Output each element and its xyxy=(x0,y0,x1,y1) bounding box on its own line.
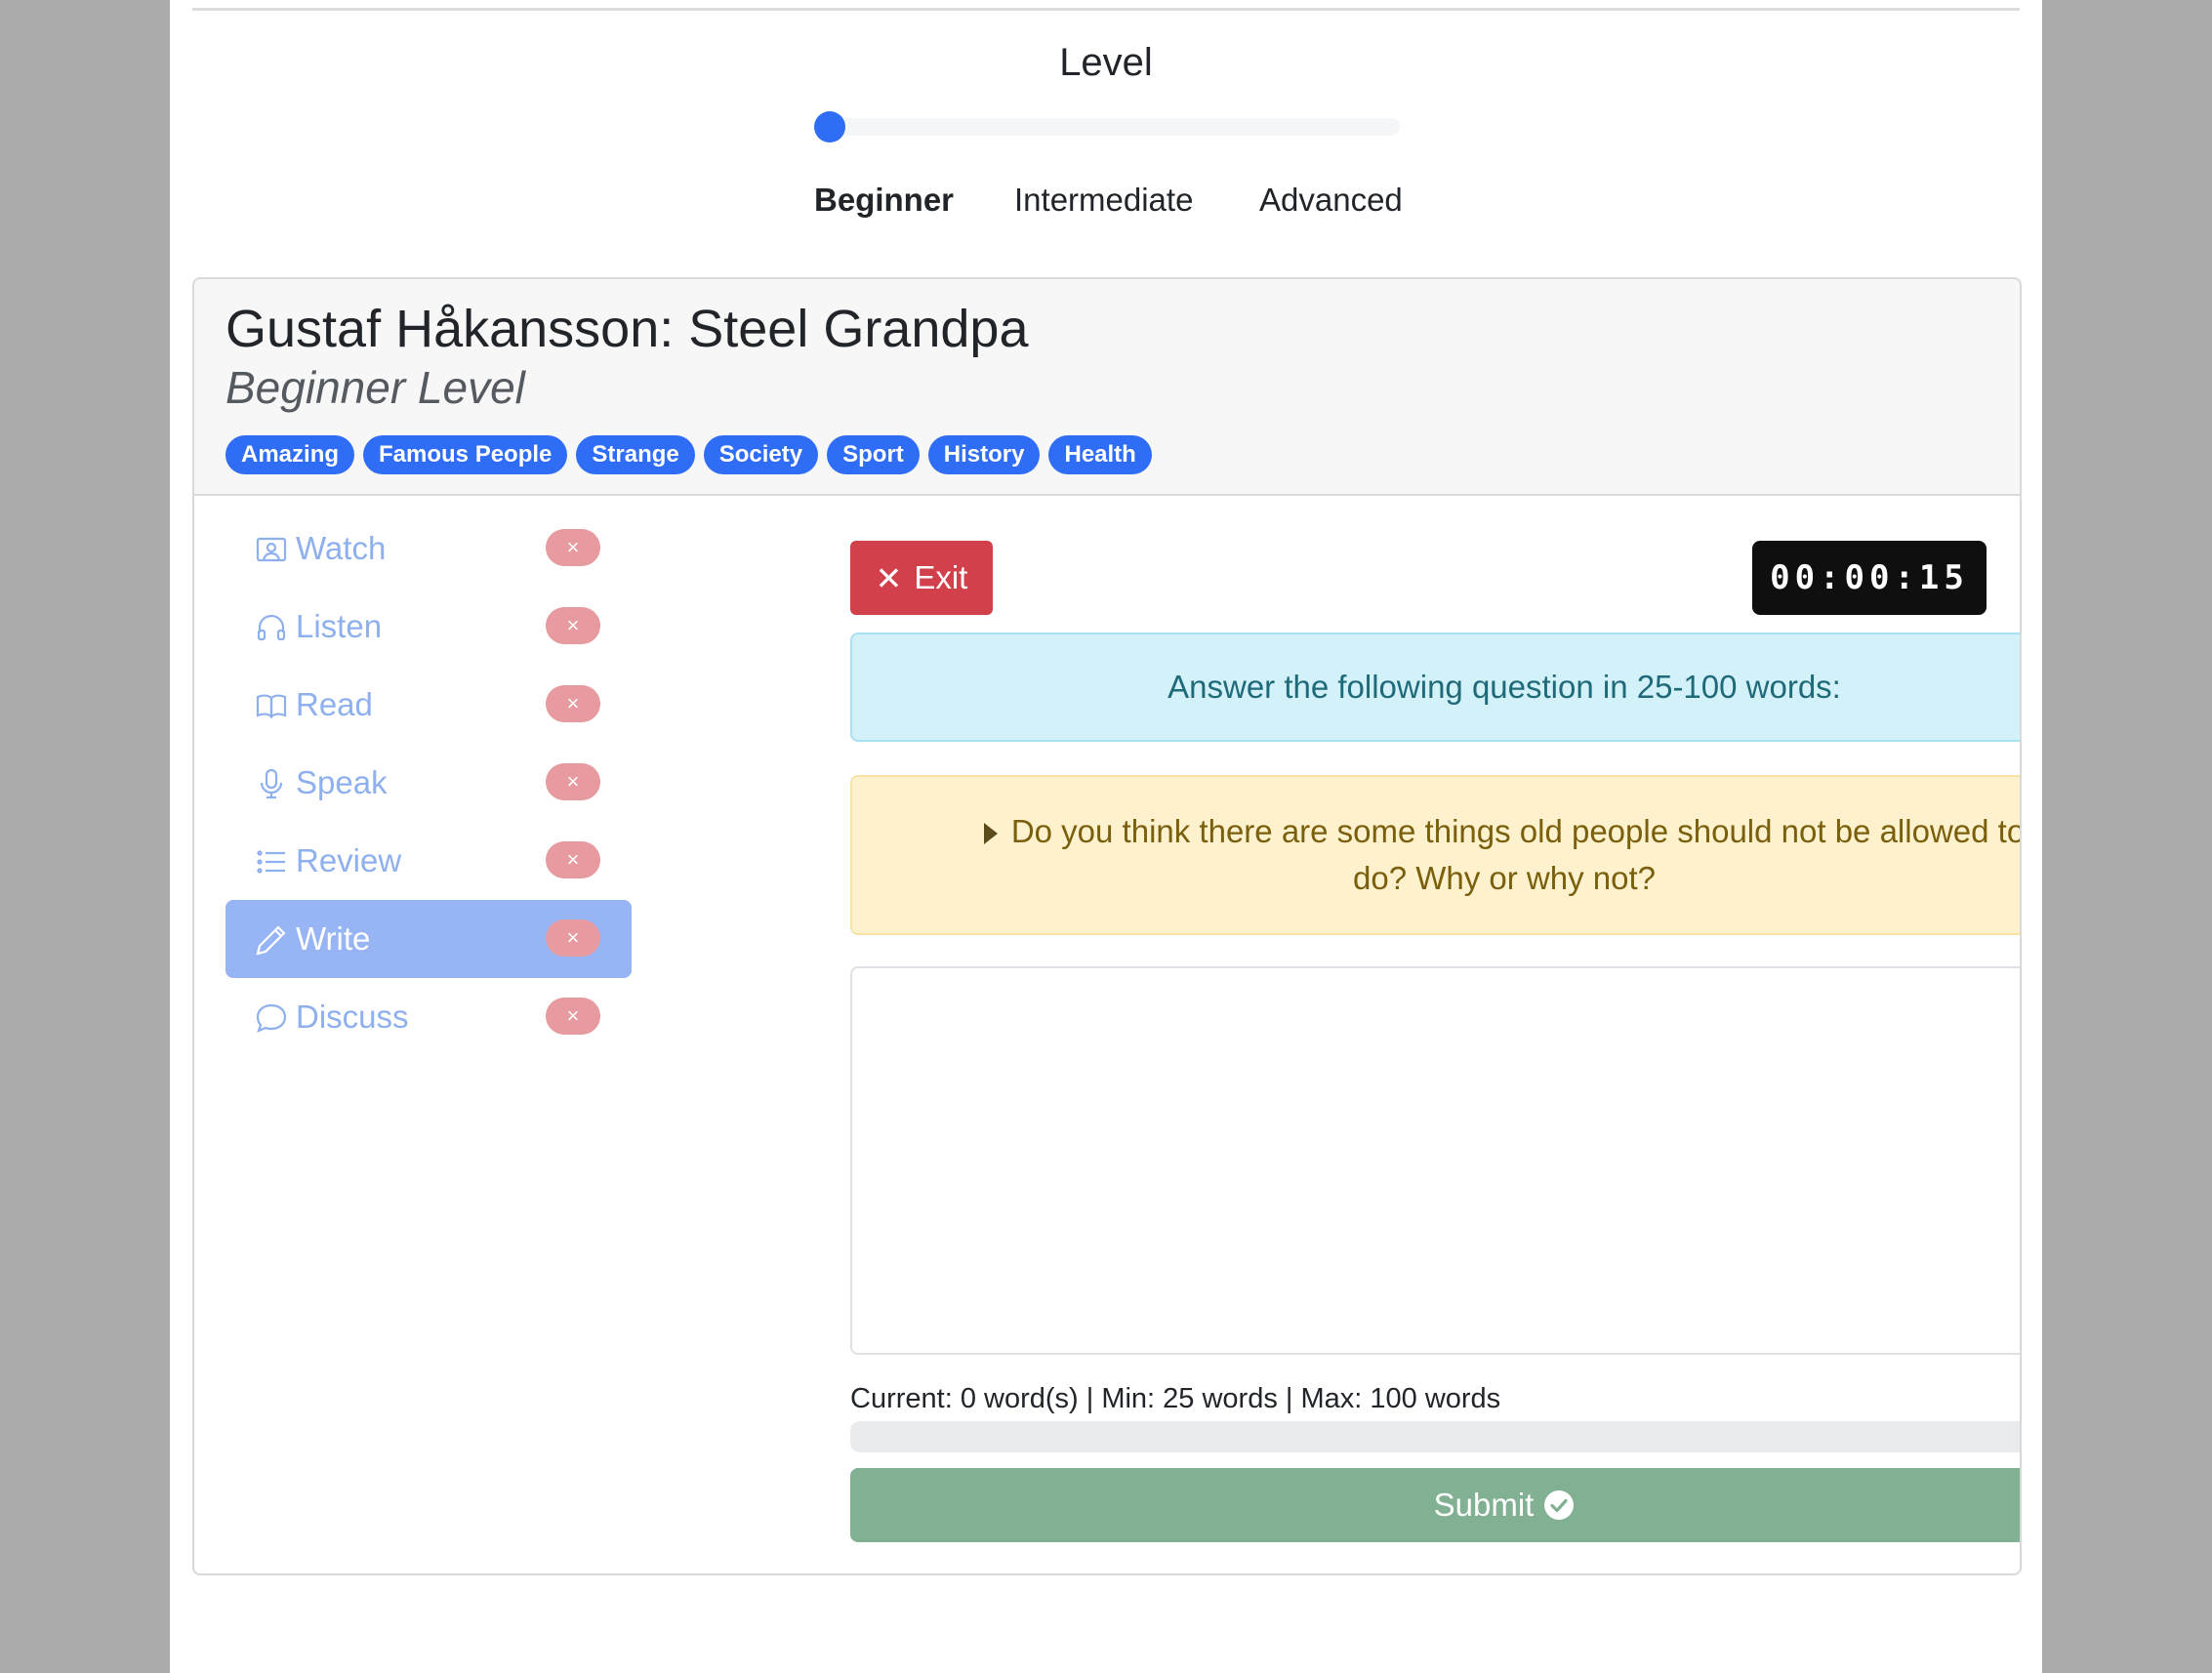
status-badge: × xyxy=(546,685,600,722)
tag-badge[interactable]: Sport xyxy=(827,435,920,474)
tag-badge[interactable]: Society xyxy=(703,435,819,474)
close-icon: ✕ xyxy=(875,559,903,596)
list-icon xyxy=(255,845,288,878)
status-badge: × xyxy=(546,529,600,566)
check-circle-icon xyxy=(1543,1489,1575,1521)
sidebar-item-label: Discuss xyxy=(296,999,409,1035)
lesson-card: Gustaf Håkansson: Steel Grandpa Beginner… xyxy=(192,277,2022,1575)
word-count-text: Current: 0 word(s) | Min: 25 words | Max… xyxy=(850,1383,1501,1414)
level-option-beginner[interactable]: Beginner xyxy=(814,182,954,219)
level-heading: Level xyxy=(1059,41,1153,84)
headphones-icon xyxy=(255,611,288,644)
sidebar-item-label: Review xyxy=(296,842,402,878)
sidebar-item-discuss[interactable]: Discuss × xyxy=(225,978,632,1056)
sidebar-item-listen[interactable]: Listen × xyxy=(225,588,632,666)
answer-textarea[interactable] xyxy=(850,966,2020,1355)
divider xyxy=(192,8,2020,11)
level-options: Beginner Intermediate Advanced xyxy=(170,182,2042,224)
lesson-level-subtitle: Beginner Level xyxy=(225,362,525,413)
sidebar-item-label: Listen xyxy=(296,608,383,644)
status-badge: × xyxy=(546,607,600,644)
tag-list: Amazing Famous People Strange Society Sp… xyxy=(225,435,1152,474)
submit-button-label: Submit xyxy=(1433,1487,1535,1523)
activity-sidebar: Watch × Listen × Read × Speak × Review ×… xyxy=(225,510,632,1056)
sidebar-item-speak[interactable]: Speak × xyxy=(225,744,632,822)
caret-right-icon xyxy=(983,823,998,844)
book-icon xyxy=(255,689,288,722)
level-option-advanced[interactable]: Advanced xyxy=(1259,182,1403,219)
tag-badge[interactable]: Amazing xyxy=(225,435,355,474)
exit-button-label: Exit xyxy=(914,559,968,595)
word-count-progress xyxy=(850,1421,2020,1452)
lesson-header: Gustaf Håkansson: Steel Grandpa Beginner… xyxy=(194,279,2020,496)
lesson-title: Gustaf Håkansson: Steel Grandpa xyxy=(225,300,1029,358)
timer-display: 00:00:15 xyxy=(1752,541,1987,615)
level-slider-thumb[interactable] xyxy=(814,111,845,143)
tag-badge[interactable]: History xyxy=(927,435,1041,474)
sidebar-item-write[interactable]: Write × xyxy=(225,900,632,978)
level-option-intermediate[interactable]: Intermediate xyxy=(1014,182,1193,219)
tag-badge[interactable]: Health xyxy=(1048,435,1152,474)
page: Level Beginner Intermediate Advanced Gus… xyxy=(170,0,2042,1673)
instruction-alert: Answer the following question in 25-100 … xyxy=(850,632,2020,742)
sidebar-item-watch[interactable]: Watch × xyxy=(225,510,632,588)
chat-bubble-icon xyxy=(255,1001,288,1035)
status-badge: × xyxy=(546,919,600,957)
submit-button[interactable]: Submit xyxy=(850,1468,2020,1542)
question-text: Do you think there are some things old p… xyxy=(1010,813,2022,896)
status-badge: × xyxy=(546,763,600,800)
question-toggle[interactable]: Do you think there are some things old p… xyxy=(850,775,2022,935)
sidebar-item-label: Write xyxy=(296,920,371,957)
status-badge: × xyxy=(546,841,600,878)
sidebar-item-label: Read xyxy=(296,686,373,722)
status-badge: × xyxy=(546,998,600,1035)
microphone-icon xyxy=(255,767,288,800)
sidebar-item-label: Speak xyxy=(296,764,388,800)
video-icon xyxy=(255,533,288,566)
pencil-icon xyxy=(255,923,288,957)
exit-button[interactable]: ✕ Exit xyxy=(850,541,993,615)
sidebar-item-label: Watch xyxy=(296,530,387,566)
tag-badge[interactable]: Strange xyxy=(576,435,695,474)
sidebar-item-review[interactable]: Review × xyxy=(225,822,632,900)
sidebar-item-read[interactable]: Read × xyxy=(225,666,632,744)
tag-badge[interactable]: Famous People xyxy=(363,435,568,474)
level-slider[interactable] xyxy=(814,111,1400,143)
